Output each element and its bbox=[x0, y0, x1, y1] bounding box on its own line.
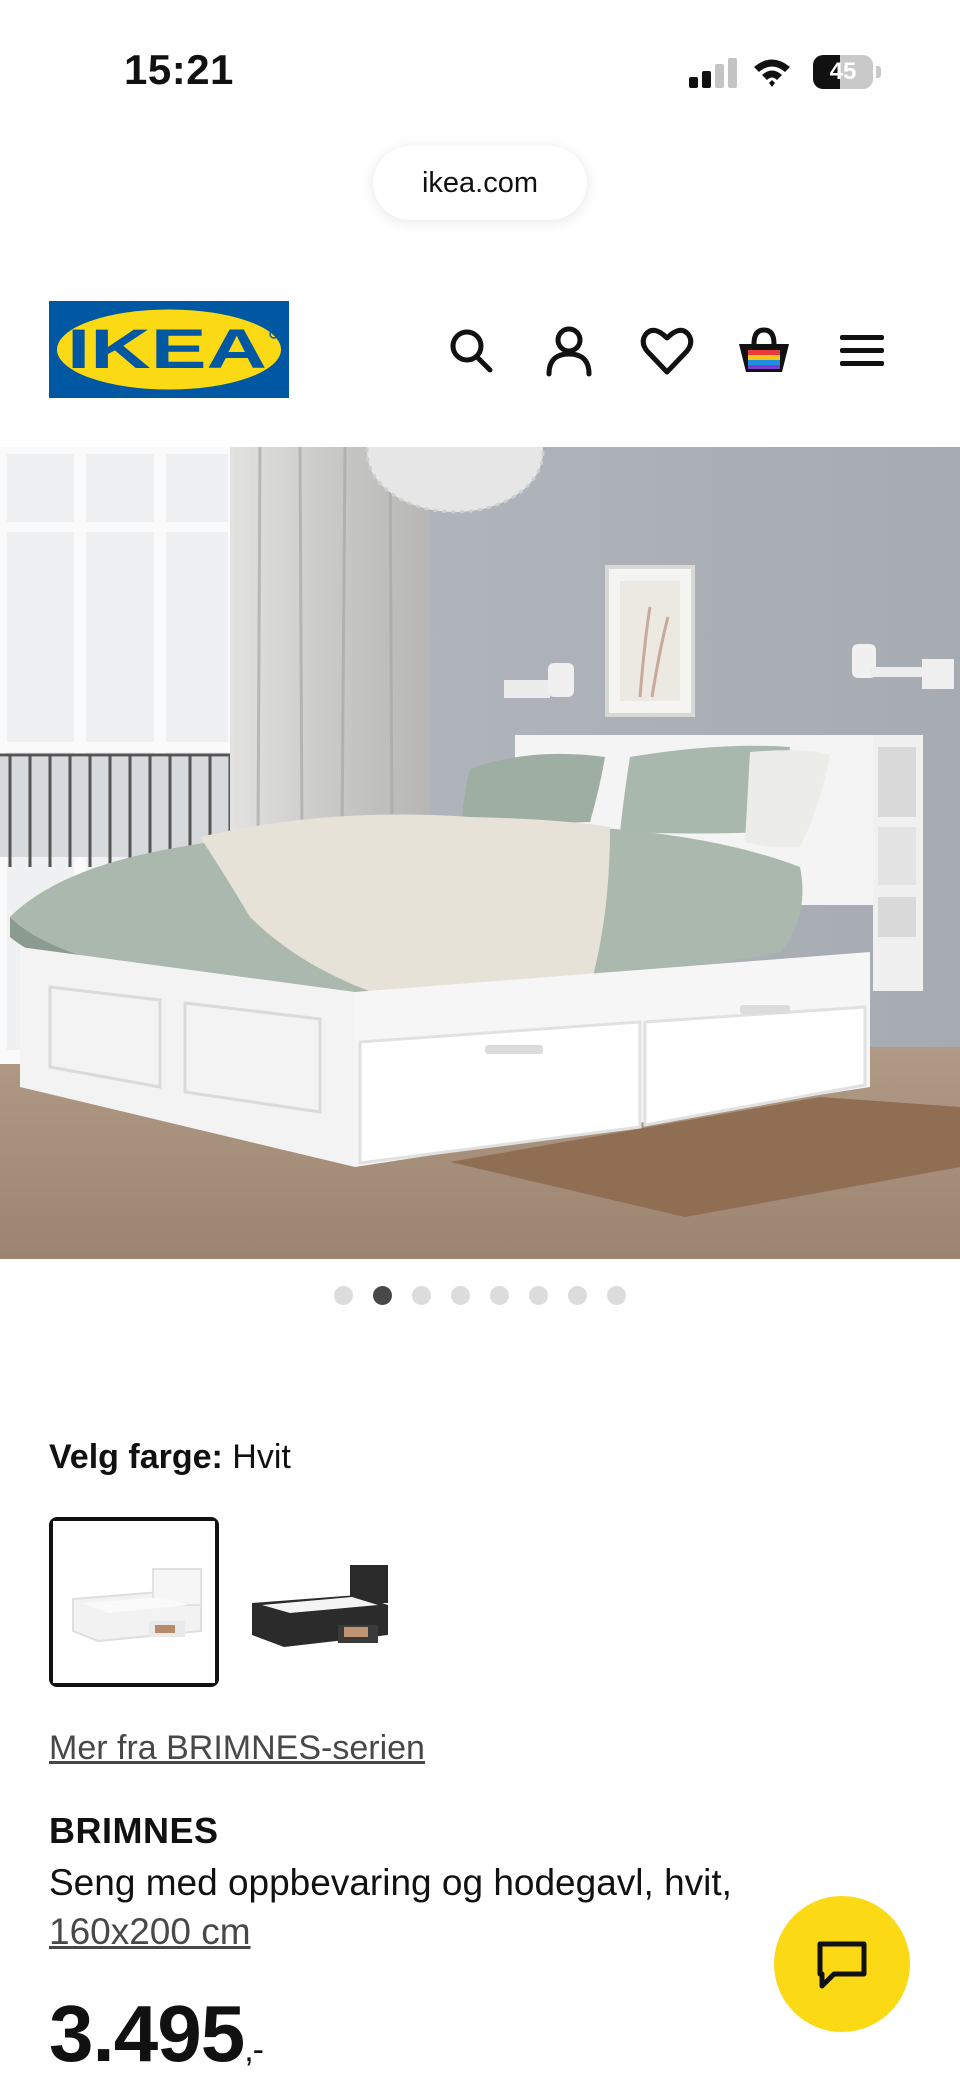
white-bed-thumbnail bbox=[53, 1521, 215, 1683]
color-option-black[interactable] bbox=[240, 1517, 410, 1687]
battery-icon: 45 bbox=[813, 55, 881, 89]
menu-icon[interactable] bbox=[834, 320, 890, 380]
status-time: 15:21 bbox=[124, 46, 234, 93]
product-image[interactable] bbox=[0, 447, 960, 1259]
gallery-dot[interactable] bbox=[490, 1286, 509, 1305]
color-option-white[interactable] bbox=[49, 1517, 219, 1687]
ikea-logo[interactable]: IKEA bbox=[49, 301, 289, 398]
cellular-signal-icon bbox=[689, 58, 737, 88]
heart-icon[interactable] bbox=[639, 320, 695, 380]
color-selector-label: Velg farge: Hvit bbox=[49, 1438, 291, 1477]
color-label: Velg farge: bbox=[49, 1438, 223, 1476]
gallery-dot[interactable] bbox=[334, 1286, 353, 1305]
product-name: BRIMNES bbox=[49, 1810, 219, 1851]
series-link[interactable]: Mer fra BRIMNES-serien bbox=[49, 1729, 425, 1768]
price-value: 3.495 bbox=[49, 1989, 245, 2078]
black-bed-thumbnail bbox=[240, 1517, 410, 1687]
product-description: Seng med oppbevaring og hodegavl, hvit, … bbox=[49, 1858, 849, 1956]
price-suffix: ,- bbox=[244, 2031, 264, 2069]
product-description-text: Seng med oppbevaring og hodegavl, hvit, bbox=[49, 1862, 732, 1903]
chat-icon bbox=[817, 1941, 867, 1989]
battery-level: 45 bbox=[829, 58, 857, 85]
search-icon[interactable] bbox=[443, 320, 499, 380]
gallery-pagination[interactable] bbox=[0, 1286, 960, 1312]
gallery-dot[interactable] bbox=[529, 1286, 548, 1305]
gallery-dot[interactable] bbox=[451, 1286, 470, 1305]
profile-icon[interactable] bbox=[541, 320, 597, 380]
gallery-dot[interactable] bbox=[373, 1286, 392, 1305]
product-size-link[interactable]: 160x200 cm bbox=[49, 1911, 251, 1952]
wifi-icon bbox=[754, 59, 790, 87]
gallery-dot[interactable] bbox=[607, 1286, 626, 1305]
product-price: 3.495,- bbox=[49, 1988, 264, 2080]
gallery-dot[interactable] bbox=[412, 1286, 431, 1305]
status-bar: 15:21 45 bbox=[0, 0, 960, 140]
color-value: Hvit bbox=[232, 1438, 291, 1476]
gallery-dot[interactable] bbox=[568, 1286, 587, 1305]
shopping-bag-icon[interactable] bbox=[736, 320, 792, 380]
svg-text:IKEA: IKEA bbox=[67, 317, 267, 380]
address-bar[interactable]: ikea.com bbox=[373, 146, 587, 220]
chat-button[interactable] bbox=[774, 1896, 910, 2032]
